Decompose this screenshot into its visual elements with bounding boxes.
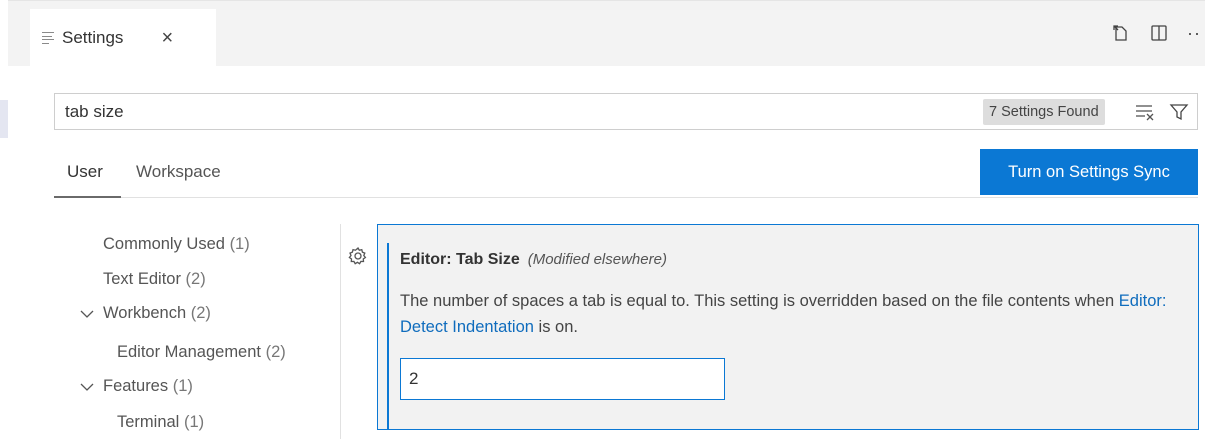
toc-item-count: (2) <box>190 304 211 322</box>
setting-name: Tab Size <box>456 251 520 268</box>
toc-item-commonly-used[interactable]: Commonly Used (1) <box>103 235 250 254</box>
tab-label: Settings <box>62 28 124 47</box>
toc-item-label: Commonly Used <box>103 235 225 253</box>
setting-category: Editor: <box>400 251 456 268</box>
toc-item-workbench[interactable]: Workbench (2) <box>103 304 211 323</box>
toc-item-count: (1) <box>229 235 250 253</box>
toc-item-label: Terminal <box>117 413 180 431</box>
filter-icon[interactable] <box>1169 102 1189 127</box>
chevron-down-icon[interactable] <box>80 380 94 395</box>
toc-item-count: (1) <box>172 377 193 395</box>
tab-size-input[interactable] <box>400 358 725 400</box>
settings-search-box: 7 Settings Found <box>54 93 1198 130</box>
gear-icon[interactable] <box>348 246 368 271</box>
toc-item-label: Features <box>103 377 169 395</box>
close-icon[interactable]: × <box>161 28 173 48</box>
modified-elsewhere-note: (Modified elsewhere) <box>527 251 667 268</box>
active-tab-underline <box>54 196 121 198</box>
turn-on-settings-sync-button[interactable]: Turn on Settings Sync <box>980 149 1198 195</box>
editor-tab-bar: Settings × ··· <box>8 0 1205 67</box>
toc-divider <box>340 224 341 439</box>
tab-settings[interactable]: Settings × <box>30 9 216 67</box>
setting-editor-tab-size: Editor: Tab Size (Modified elsewhere) The… <box>377 224 1199 430</box>
setting-description: The number of spaces a tab is equal to. … <box>400 288 1190 340</box>
results-count-badge: 7 Settings Found <box>983 99 1105 125</box>
description-text: The number of spaces a tab is equal to. … <box>400 292 1119 310</box>
chevron-down-icon[interactable] <box>80 307 94 322</box>
toc-item-count: (1) <box>183 413 205 431</box>
tab-user[interactable]: User <box>67 162 103 182</box>
clear-filter-icon[interactable] <box>1134 103 1156 126</box>
split-editor-icon[interactable] <box>1149 23 1169 43</box>
toc-item-count: (2) <box>185 270 206 288</box>
left-activity-strip <box>0 0 8 439</box>
toc-item-count: (2) <box>265 343 286 361</box>
scope-divider <box>121 197 1198 198</box>
toc-item-label: Workbench <box>103 304 187 322</box>
toc-item-label: Editor Management <box>117 343 261 361</box>
search-input[interactable] <box>65 101 915 122</box>
open-settings-json-icon[interactable] <box>1111 23 1131 43</box>
tab-workspace[interactable]: Workspace <box>136 162 221 182</box>
toc-item-features[interactable]: Features (1) <box>103 377 193 396</box>
editor-actions: ··· <box>1111 23 1205 43</box>
toc-item-terminal[interactable]: Terminal (1) <box>117 413 204 432</box>
toc-item-label: Text Editor <box>103 270 181 288</box>
activity-highlight <box>0 100 8 138</box>
toc-item-editor-management[interactable]: Editor Management (2) <box>117 343 286 362</box>
modified-indicator <box>387 243 389 429</box>
description-text-end: is on. <box>533 318 578 336</box>
setting-title: Editor: Tab Size (Modified elsewhere) <box>400 251 667 269</box>
toc-item-text-editor[interactable]: Text Editor (2) <box>103 270 206 289</box>
settings-doc-icon <box>42 32 54 44</box>
more-actions-icon[interactable]: ··· <box>1187 24 1201 42</box>
